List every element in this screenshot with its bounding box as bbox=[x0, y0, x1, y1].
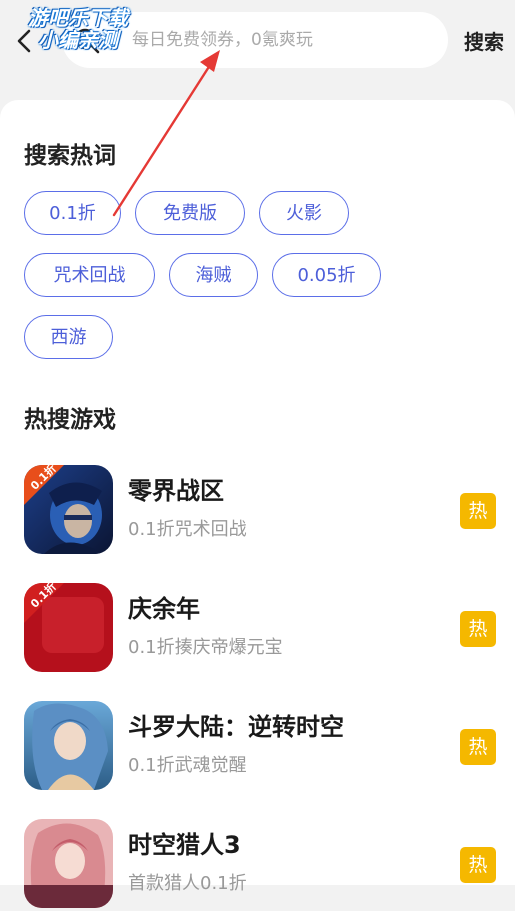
hot-word-chip[interactable]: 海贼 bbox=[169, 253, 258, 297]
game-description: 0.1折揍庆帝爆元宝 bbox=[128, 637, 283, 658]
game-list-item[interactable]: 时空猎人3 首款猎人0.1折 热 bbox=[24, 819, 504, 911]
main-panel: 搜索热词 0.1折 免费版 火影 咒术回战 海贼 0.05折 西游 热搜游戏 0… bbox=[0, 100, 515, 908]
header-bar: 搜索 bbox=[0, 0, 515, 96]
back-button[interactable] bbox=[10, 26, 40, 56]
game-title: 庆余年 bbox=[128, 595, 200, 623]
game-list-item[interactable]: 斗罗大陆：逆转时空 0.1折武魂觉醒 热 bbox=[24, 701, 504, 793]
game-icon bbox=[24, 701, 113, 790]
game-description: 0.1折咒术回战 bbox=[128, 519, 247, 540]
game-title: 时空猎人3 bbox=[128, 831, 241, 859]
hot-badge: 热 bbox=[460, 493, 496, 529]
game-description: 0.1折武魂觉醒 bbox=[128, 755, 247, 776]
game-title: 零界战区 bbox=[128, 477, 224, 505]
hot-word-chip[interactable]: 西游 bbox=[24, 315, 113, 359]
game-title: 斗罗大陆：逆转时空 bbox=[128, 713, 344, 741]
back-arrow-icon bbox=[17, 29, 31, 53]
hot-word-chip[interactable]: 咒术回战 bbox=[24, 253, 155, 297]
hot-badge: 热 bbox=[460, 611, 496, 647]
hot-games-title: 热搜游戏 bbox=[24, 407, 116, 433]
hot-word-chip[interactable]: 免费版 bbox=[135, 191, 245, 235]
game-icon: 0.1折 bbox=[24, 583, 113, 672]
hot-word-chip[interactable]: 0.05折 bbox=[272, 253, 381, 297]
search-box[interactable] bbox=[62, 12, 448, 68]
game-list-item[interactable]: 0.1折 零界战区 0.1折咒术回战 热 bbox=[24, 465, 504, 557]
game-icon bbox=[24, 819, 113, 908]
hot-word-chip[interactable]: 0.1折 bbox=[24, 191, 121, 235]
game-list-item[interactable]: 0.1折 庆余年 0.1折揍庆帝爆元宝 热 bbox=[24, 583, 504, 675]
hot-badge: 热 bbox=[460, 847, 496, 883]
hot-badge: 热 bbox=[460, 729, 496, 765]
hot-word-chip[interactable]: 火影 bbox=[259, 191, 349, 235]
hot-words-title: 搜索热词 bbox=[24, 143, 116, 169]
search-button[interactable]: 搜索 bbox=[464, 26, 504, 55]
search-icon bbox=[72, 26, 102, 56]
game-icon: 0.1折 bbox=[24, 465, 113, 554]
game-description: 首款猎人0.1折 bbox=[128, 873, 247, 894]
search-input[interactable] bbox=[132, 26, 432, 54]
